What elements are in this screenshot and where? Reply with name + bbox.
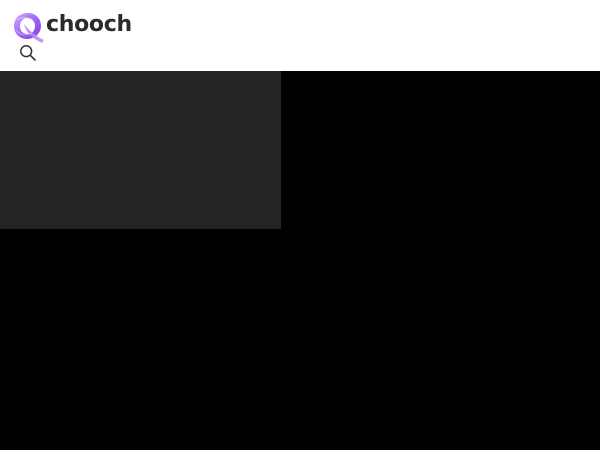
logo-link[interactable]: chooch — [11, 10, 132, 44]
search-button[interactable] — [19, 44, 37, 62]
chooch-q-logo-icon — [14, 13, 44, 43]
search-icon — [20, 45, 36, 61]
site-header: chooch — [0, 0, 600, 71]
main-content — [0, 71, 600, 450]
media-panel — [0, 71, 281, 229]
logo-text: chooch — [46, 12, 132, 37]
